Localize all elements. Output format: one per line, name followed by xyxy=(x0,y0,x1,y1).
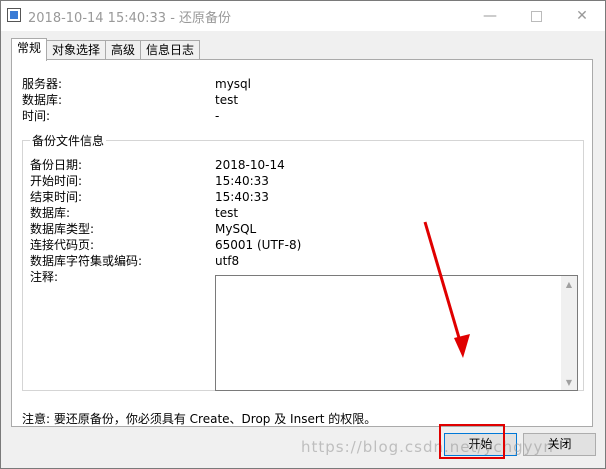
server-label: 服务器: xyxy=(22,77,63,91)
notes-scrollbar[interactable]: ▲ ▼ xyxy=(561,276,577,390)
notes-textarea[interactable]: ▲ ▼ xyxy=(215,275,578,391)
backup-database-label: 数据库: xyxy=(30,206,71,220)
backup-info-group: 备份文件信息 备份日期: 2018-10-14 开始时间: 15:40:33 结… xyxy=(22,133,584,391)
server-value: mysql xyxy=(215,77,251,91)
window-title: 2018-10-14 15:40:33 - 还原备份 xyxy=(28,11,232,26)
permission-notice: 注意: 要还原备份，你必须具有 Create、Drop 及 Insert 的权限… xyxy=(22,412,377,426)
general-panel: 服务器: mysql 数据库: test 时间: - 备份文件信息 备份日期: … xyxy=(11,59,593,427)
charset-value: utf8 xyxy=(215,254,240,268)
maximize-icon xyxy=(530,10,542,22)
database-label: 数据库: xyxy=(22,93,63,107)
start-button[interactable]: 开始 xyxy=(444,433,517,456)
db-type-label: 数据库类型: xyxy=(30,222,95,236)
tab-advanced[interactable]: 高级 xyxy=(105,40,142,60)
codepage-label: 连接代码页: xyxy=(30,238,95,252)
maximize-button[interactable] xyxy=(513,1,559,31)
scroll-up-icon[interactable]: ▲ xyxy=(561,276,577,292)
backup-database-value: test xyxy=(215,206,239,220)
notes-label: 注释: xyxy=(30,270,59,284)
codepage-value: 65001 (UTF-8) xyxy=(215,238,302,252)
backup-info-group-title: 备份文件信息 xyxy=(30,133,107,149)
time-label: 时间: xyxy=(22,109,51,123)
charset-label: 数据库字符集或编码: xyxy=(30,254,143,268)
restore-backup-dialog: 2018-10-14 15:40:33 - 还原备份 — ✕ 常规 对象选择 高… xyxy=(0,0,606,469)
close-window-button[interactable]: ✕ xyxy=(559,1,605,31)
close-button[interactable]: 关闭 xyxy=(523,433,596,456)
tab-info-log[interactable]: 信息日志 xyxy=(140,40,201,60)
database-value: test xyxy=(215,93,239,107)
backup-date-value: 2018-10-14 xyxy=(215,158,285,172)
backup-date-label: 备份日期: xyxy=(30,158,83,172)
minimize-button[interactable]: — xyxy=(467,1,513,31)
end-time-label: 结束时间: xyxy=(30,190,83,204)
start-time-label: 开始时间: xyxy=(30,174,83,188)
scroll-down-icon[interactable]: ▼ xyxy=(561,374,577,390)
tab-bar: 常规 对象选择 高级 信息日志 xyxy=(11,38,201,61)
start-time-value: 15:40:33 xyxy=(215,174,269,188)
app-icon xyxy=(7,8,21,22)
end-time-value: 15:40:33 xyxy=(215,190,269,204)
tab-general[interactable]: 常规 xyxy=(11,38,48,61)
title-bar[interactable]: 2018-10-14 15:40:33 - 还原备份 — ✕ xyxy=(1,1,605,31)
db-type-value: MySQL xyxy=(215,222,257,236)
tab-object-selection[interactable]: 对象选择 xyxy=(46,40,107,60)
time-value: - xyxy=(215,109,220,123)
